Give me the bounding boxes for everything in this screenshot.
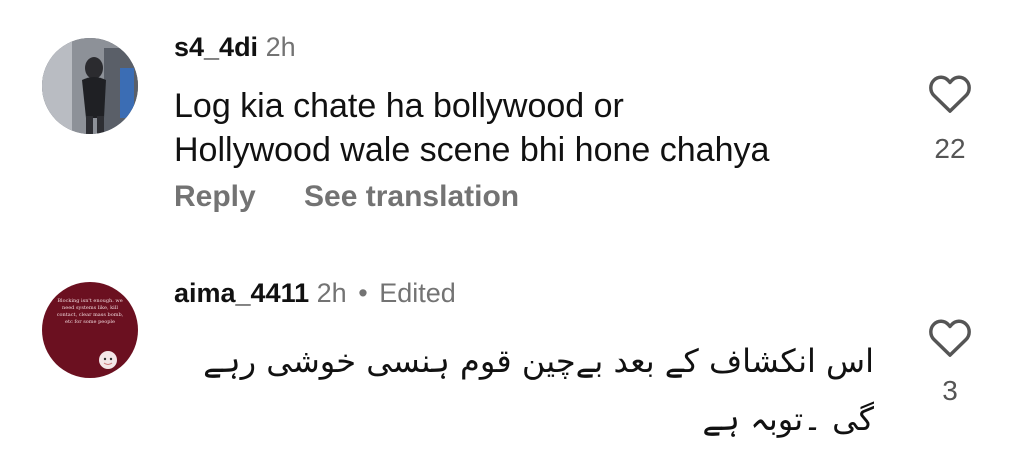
comment-text: Log kia chate ha bollywood or Hollywood … — [174, 84, 874, 172]
comment-header: s4_4di 2h — [174, 30, 296, 64]
avatar-photo — [42, 38, 138, 134]
see-translation-button[interactable]: See translation — [304, 180, 519, 213]
comment-text-line: گی ۔توبہ ہے — [702, 400, 874, 438]
like-count: 3 — [942, 375, 958, 406]
avatar[interactable]: Blocking isn't enough. we need systems l… — [42, 282, 138, 378]
comment-item: s4_4di 2h Log kia chate ha bollywood or … — [0, 0, 1024, 240]
edited-label: Edited — [379, 278, 456, 308]
heart-outline-icon[interactable] — [927, 316, 973, 358]
comment-text-line: Log kia chate ha bollywood or — [174, 87, 624, 125]
comment-actions: Reply See translation — [174, 180, 559, 214]
username[interactable]: s4_4di — [174, 32, 258, 62]
like-control: 22 — [924, 72, 976, 165]
comment-text-line: Hollywood wale scene bhi hone chahya — [174, 131, 770, 169]
comment-text-line: اس انکشاف کے بعد بےچین قوم ہنسی خوشی رہے — [203, 342, 874, 380]
heart-outline-icon[interactable] — [927, 72, 973, 114]
separator-dot: • — [358, 278, 368, 308]
timestamp: 2h — [316, 278, 347, 308]
comment-header: aima_4411 2h • Edited — [174, 276, 456, 310]
avatar-sticker-icon — [99, 351, 117, 369]
username[interactable]: aima_4411 — [174, 278, 309, 308]
comment-item: Blocking isn't enough. we need systems l… — [0, 262, 1024, 455]
comment-text: اس انکشاف کے بعد بےچین قوم ہنسی خوشی رہے… — [154, 332, 874, 448]
timestamp: 2h — [265, 32, 296, 62]
reply-button[interactable]: Reply — [174, 180, 256, 213]
like-control: 3 — [924, 316, 976, 407]
avatar[interactable] — [42, 38, 138, 134]
like-count: 22 — [934, 133, 966, 164]
